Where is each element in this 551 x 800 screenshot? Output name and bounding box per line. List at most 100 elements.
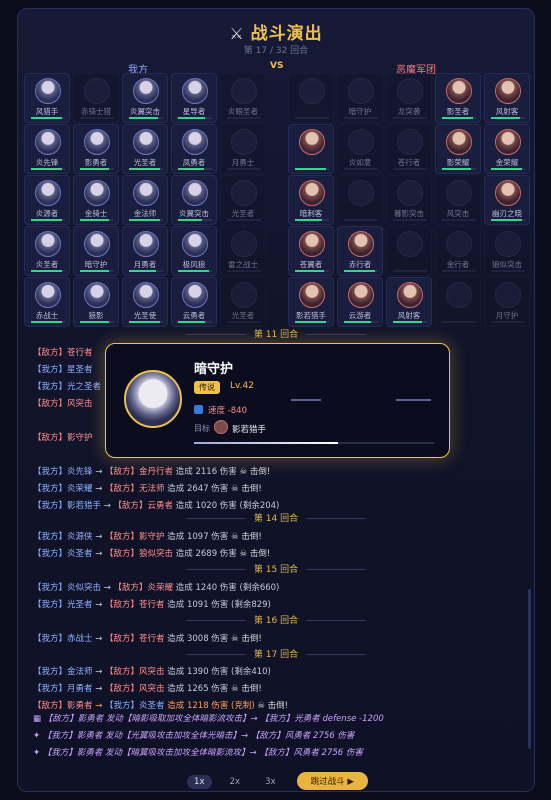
ally-unit-card[interactable]: 狼影 [73, 277, 119, 327]
enemy-unit-card[interactable] [288, 73, 334, 123]
unit-avatar [35, 129, 61, 155]
unit-avatar [182, 129, 208, 155]
ally-unit-card[interactable]: 光圣使 [122, 277, 168, 327]
enemy-unit-card[interactable] [435, 277, 481, 327]
ally-unit-card[interactable]: 星导者 [171, 73, 217, 123]
ally-unit-card[interactable]: 光圣者 [220, 277, 266, 327]
enemy-unit-card[interactable]: 金荣耀 [484, 124, 530, 174]
action-progress [194, 442, 434, 444]
hp-bar [31, 168, 65, 170]
unit-avatar [182, 282, 208, 308]
ally-unit-card[interactable]: 雷之战士 [220, 226, 266, 276]
skip-battle-button[interactable]: 跳过战斗 ▶ [296, 772, 368, 790]
enemy-unit-card[interactable]: 月守护 [484, 277, 530, 327]
enemy-unit-card[interactable]: 赤行者 [337, 226, 383, 276]
enemy-unit-card[interactable]: 影若猎手 [288, 277, 334, 327]
ally-unit-card[interactable]: 炎眼圣者 [220, 73, 266, 123]
ally-unit-card[interactable]: 炎先锋 [24, 124, 70, 174]
unit-avatar [231, 78, 257, 104]
ally-unit-card[interactable]: 金法师 [122, 175, 168, 225]
unit-name: 狼似突击 [492, 260, 522, 269]
speed-1x-button[interactable]: 1x [187, 775, 212, 789]
ally-unit-card[interactable]: 炎翼突击 [171, 175, 217, 225]
unit-avatar [397, 78, 423, 104]
hp-bar [31, 270, 65, 272]
log-line: 【我方】炎荣耀 → 【敌方】无法师 造成 2647 伤害 ☠ 击倒! [33, 484, 262, 494]
hp-bar [295, 219, 329, 221]
speed-3x-button[interactable]: 3x [258, 775, 282, 789]
hp-bar [178, 168, 212, 170]
skull-icon: ☠ 击倒! [228, 532, 262, 542]
log-scrollbar[interactable] [528, 589, 531, 749]
enemy-unit-card[interactable]: 苍行者 [386, 124, 432, 174]
enemy-unit-card[interactable]: 金行者 [435, 226, 481, 276]
unit-name: 赤战士 [35, 311, 59, 320]
playback-controls: 1x 2x 3x 跳过战斗 ▶ [18, 769, 534, 790]
unit-avatar [35, 180, 61, 206]
enemy-unit-card[interactable]: 炎如意 [337, 124, 383, 174]
hp-bar [344, 168, 378, 170]
hp-bar [129, 321, 163, 323]
hp-bar [80, 321, 114, 323]
enemy-unit-card[interactable]: 暗刺客 [288, 175, 334, 225]
enemy-unit-card[interactable]: 暗守护 [337, 73, 383, 123]
ally-unit-card[interactable]: 光圣者 [122, 124, 168, 174]
page-title: ⚔ 战斗演出 [229, 24, 322, 44]
unit-name: 赤骑士猎 [81, 107, 111, 116]
unit-name: 光圣使 [133, 311, 157, 320]
ally-unit-card[interactable]: 极风狼 [171, 226, 217, 276]
ally-unit-card[interactable]: 金骑士 [73, 175, 119, 225]
ally-unit-card[interactable]: 暗守护 [73, 226, 119, 276]
unit-avatar [397, 231, 423, 257]
hp-bar [491, 270, 525, 272]
unit-avatar [495, 78, 521, 104]
enemy-unit-card[interactable]: 影圣者 [435, 73, 481, 123]
hp-bar [129, 117, 163, 119]
ally-unit-card[interactable]: 炎翼突击 [122, 73, 168, 123]
log-line: 【我方】光圣者 → 【敌方】苍行者 造成 1091 伤害 (剩余829) [33, 600, 271, 610]
ally-unit-card[interactable]: 风猎手 [24, 73, 70, 123]
enemy-unit-card[interactable]: 幽刃之晓 [484, 175, 530, 225]
ally-unit-card[interactable]: 影勇者 [73, 124, 119, 174]
enemy-unit-card[interactable] [288, 124, 334, 174]
ally-unit-card[interactable]: 光圣者 [220, 175, 266, 225]
unit-name: 金法师 [133, 209, 157, 218]
enemy-unit-card[interactable]: 龙突袭 [386, 73, 432, 123]
unit-name: 金荣耀 [495, 158, 519, 167]
enemy-unit-card[interactable]: 苍翼者 [288, 226, 334, 276]
skull-icon: ☠ 击倒! [254, 701, 289, 711]
speed-2x-button[interactable]: 2x [223, 775, 247, 789]
unit-avatar [299, 231, 325, 257]
hp-bar [31, 321, 65, 323]
ally-unit-card[interactable]: 月勇者 [122, 226, 168, 276]
enemy-unit-card[interactable]: 影荣耀 [435, 124, 481, 174]
enemy-unit-card[interactable]: 云游者 [337, 277, 383, 327]
enemy-unit-card[interactable]: 风突击 [435, 175, 481, 225]
ally-unit-card[interactable]: 凤勇者 [171, 124, 217, 174]
unit-name: 影勇者 [84, 158, 108, 167]
log-line: 【我方】炎先锋 → 【敌方】金丹行者 造成 2116 伤害 ☠ 击倒! [33, 467, 271, 477]
unit-avatar [84, 282, 110, 308]
hp-bar [344, 117, 378, 119]
ally-unit-card[interactable]: 炎圣者 [24, 226, 70, 276]
hp-bar [442, 321, 476, 323]
enemy-unit-card[interactable] [337, 175, 383, 225]
enemy-unit-card[interactable]: 风射客 [386, 277, 432, 327]
unit-name: 星导者 [182, 107, 206, 116]
ally-unit-card[interactable]: 月勇士 [220, 124, 266, 174]
enemy-unit-card[interactable]: 风射客 [484, 73, 530, 123]
enemy-unit-card[interactable] [386, 226, 432, 276]
unit-name: 雷之战士 [228, 260, 258, 269]
ally-unit-card[interactable]: 云勇者 [171, 277, 217, 327]
enemy-unit-card[interactable]: 暮影突击 [386, 175, 432, 225]
hp-bar [442, 219, 476, 221]
ally-unit-card[interactable]: 赤战士 [24, 277, 70, 327]
skill-log-line: ✦ 【我方】影勇者 发动【光翼吸攻击加攻全体光暗击】→ 【敌方】风勇者 2756… [33, 731, 355, 741]
enemy-unit-card[interactable]: 狼似突击 [484, 226, 530, 276]
log-line: 【我方】炎圣者 → 【敌方】狼似突击 造成 2689 伤害 ☠ 击倒! [33, 549, 271, 559]
unit-avatar [446, 78, 472, 104]
ally-unit-card[interactable]: 赤骑士猎 [73, 73, 119, 123]
ally-unit-card[interactable]: 炎源者 [24, 175, 70, 225]
unit-avatar [231, 282, 257, 308]
hp-bar [295, 321, 329, 323]
